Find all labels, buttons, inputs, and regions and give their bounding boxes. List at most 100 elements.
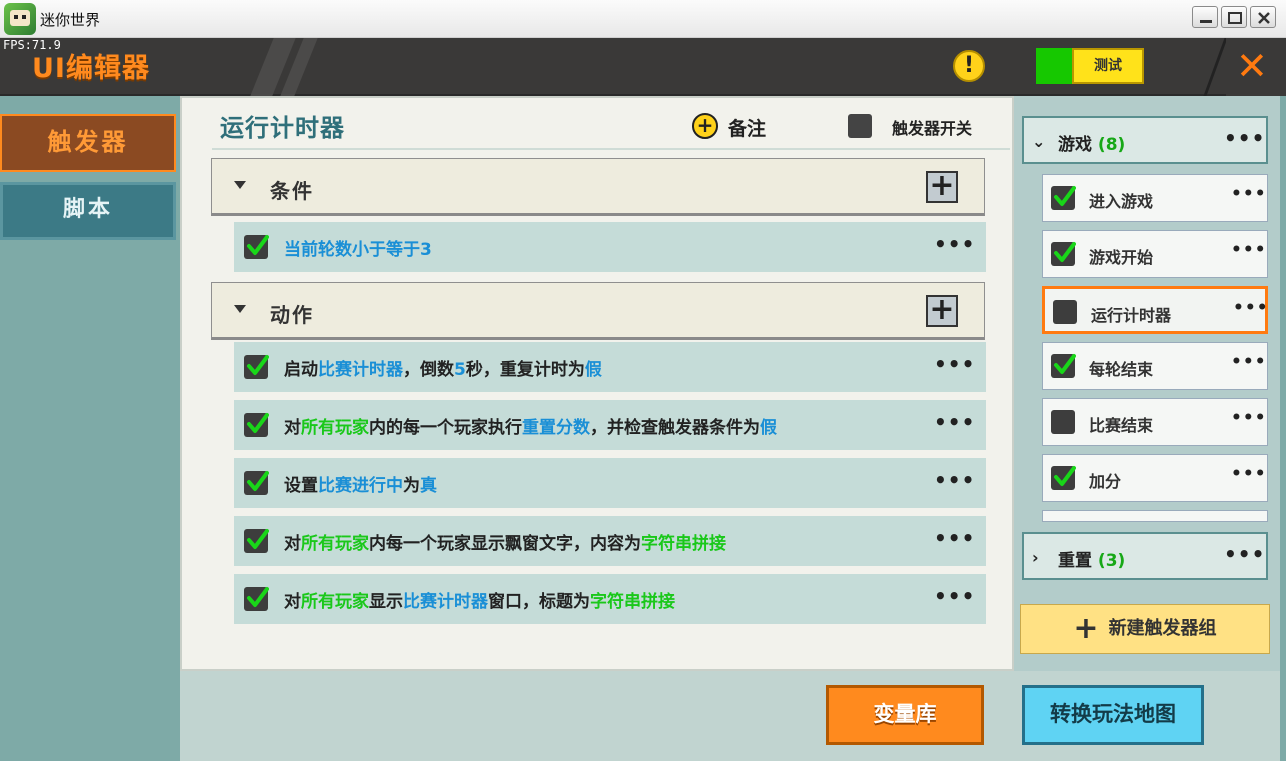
row-text: 对所有玩家内的每一个玩家执行重置分数，并检查触发器条件为假	[284, 413, 777, 438]
enable-checkbox[interactable]	[1051, 354, 1076, 378]
trigger-title[interactable]: 运行计时器	[220, 108, 345, 143]
row-text: 对所有玩家内每一个玩家显示飘窗文字，内容为字符串拼接	[284, 529, 726, 554]
variable-library-button[interactable]: 变量库	[826, 685, 984, 745]
text-segment: 启动	[284, 360, 318, 380]
enable-checkbox[interactable]	[244, 413, 269, 437]
enable-checkbox[interactable]	[244, 587, 269, 611]
more-options-icon[interactable]: •••	[934, 584, 975, 608]
more-options-icon[interactable]: •••	[934, 410, 975, 434]
action-row[interactable]: 启动比赛计时器，倒数5秒，重复计时为假 •••	[234, 342, 986, 392]
text-segment: 对	[284, 534, 301, 554]
more-options-icon[interactable]: •••	[934, 468, 975, 492]
trigger-list-item[interactable]	[1042, 510, 1268, 522]
trigger-name: 比赛结束	[1089, 416, 1154, 435]
action-row[interactable]: 对所有玩家内每一个玩家显示飘窗文字，内容为字符串拼接 •••	[234, 516, 986, 566]
parameter-link[interactable]: 字符串拼接	[641, 534, 726, 554]
parameter-link[interactable]: 所有玩家	[301, 418, 369, 438]
window-close-button[interactable]	[1250, 6, 1276, 28]
more-options-icon[interactable]: •••	[1231, 408, 1267, 428]
maximize-button[interactable]	[1221, 6, 1247, 28]
enable-checkbox[interactable]	[1051, 186, 1076, 210]
parameter-link[interactable]: 比赛计时器	[403, 592, 488, 612]
parameter-link[interactable]: 真	[420, 476, 437, 496]
new-trigger-group-button[interactable]: + 新建触发器组	[1020, 604, 1270, 654]
more-options-icon[interactable]: •••	[934, 232, 975, 256]
action-row[interactable]: 设置比赛进行中为真 •••	[234, 458, 986, 508]
parameter-link[interactable]: 假	[760, 418, 777, 438]
more-options-icon[interactable]: •••	[1231, 352, 1267, 372]
add-action-button[interactable]: +	[926, 295, 958, 327]
enable-checkbox[interactable]	[1051, 242, 1076, 266]
text-segment: 内每一个玩家显示飘窗文字，内容为	[369, 534, 641, 554]
more-options-icon[interactable]: •••	[1224, 542, 1265, 566]
trigger-list-item[interactable]: 游戏开始 •••	[1042, 230, 1268, 278]
more-options-icon[interactable]: •••	[1231, 184, 1267, 204]
enable-checkbox[interactable]	[244, 355, 269, 379]
condition-section-header[interactable]: 条件 +	[211, 158, 985, 216]
convert-map-button[interactable]: 转换玩法地图	[1022, 685, 1204, 745]
parameter-link[interactable]: 5	[454, 360, 466, 380]
collapse-arrow-icon[interactable]	[234, 305, 246, 313]
more-options-icon[interactable]: •••	[1231, 464, 1267, 484]
parameter-link[interactable]: 比赛进行中	[318, 476, 403, 496]
add-note-icon[interactable]: +	[692, 113, 718, 139]
more-options-icon[interactable]: •••	[1231, 240, 1267, 260]
parameter-link[interactable]: 假	[585, 360, 602, 380]
nav-tab-trigger-label: 触发器	[2, 116, 174, 170]
trigger-group-game[interactable]: ⌄ 游戏 (8) •••	[1022, 116, 1268, 164]
enable-checkbox[interactable]	[1051, 466, 1076, 490]
trigger-name: 进入游戏	[1089, 192, 1154, 211]
collapse-arrow-icon[interactable]	[234, 181, 246, 189]
test-button[interactable]: 测试	[1072, 48, 1144, 84]
nav-tab-trigger[interactable]: 触发器	[0, 114, 176, 172]
action-row[interactable]: 对所有玩家显示比赛计时器窗口，标题为字符串拼接 •••	[234, 574, 986, 624]
text-segment: ，倒数	[403, 360, 454, 380]
app-window: 迷你世界 FPS:71.9 UI编辑器 ! 测试 ✕ 触发器 脚本 运行计时器 …	[0, 0, 1286, 761]
row-text: 设置比赛进行中为真	[284, 471, 437, 496]
enable-checkbox[interactable]	[1053, 300, 1077, 324]
add-condition-button[interactable]: +	[926, 171, 958, 203]
more-options-icon[interactable]: •••	[1233, 298, 1269, 318]
text-segment: ，并检查触发器条件为	[590, 418, 760, 438]
action-row[interactable]: 对所有玩家内的每一个玩家执行重置分数，并检查触发器条件为假 •••	[234, 400, 986, 450]
add-note-label[interactable]: 备注	[728, 114, 766, 141]
header-divider	[1203, 38, 1228, 96]
status-indicator	[1036, 48, 1072, 84]
text-segment: 为	[403, 476, 420, 496]
trigger-list-item[interactable]: 比赛结束 •••	[1042, 398, 1268, 446]
parameter-link[interactable]: 字符串拼接	[590, 592, 675, 612]
trigger-list-item[interactable]: 进入游戏 •••	[1042, 174, 1268, 222]
window-titlebar[interactable]: 迷你世界	[0, 0, 1286, 38]
text-segment: 设置	[284, 476, 318, 496]
warning-icon[interactable]: !	[953, 50, 985, 82]
parameter-link[interactable]: 所有玩家	[301, 534, 369, 554]
more-options-icon[interactable]: •••	[1224, 126, 1265, 150]
action-section-header[interactable]: 动作 +	[211, 282, 985, 340]
parameter-link[interactable]: 当前轮数小于等于3	[284, 240, 432, 260]
checkmark-icon	[247, 471, 269, 491]
more-options-icon[interactable]: •••	[934, 526, 975, 550]
editor-close-button[interactable]: ✕	[1226, 38, 1286, 96]
parameter-link[interactable]: 比赛计时器	[318, 360, 403, 380]
enable-checkbox[interactable]	[244, 529, 269, 553]
trigger-switch-checkbox[interactable]	[848, 114, 872, 138]
enable-checkbox[interactable]	[1051, 410, 1075, 434]
enable-checkbox[interactable]	[244, 235, 269, 259]
nav-tab-script[interactable]: 脚本	[0, 182, 176, 240]
minimize-button[interactable]	[1192, 6, 1218, 28]
more-options-icon[interactable]: •••	[934, 352, 975, 376]
trigger-list-item[interactable]: 每轮结束 •••	[1042, 342, 1268, 390]
text-segment: 显示	[369, 592, 403, 612]
condition-row[interactable]: 当前轮数小于等于3 •••	[234, 222, 986, 272]
trigger-group-reset[interactable]: › 重置 (3) •••	[1022, 532, 1268, 580]
close-icon: ✕	[1236, 44, 1268, 88]
trigger-list-item[interactable]: 运行计时器 •••	[1042, 286, 1268, 334]
checkmark-icon	[247, 355, 269, 375]
trigger-detail-panel: 运行计时器 + 备注 触发器开关 条件 + 当前轮数小于等于3 ••• 动作 + …	[180, 96, 1014, 671]
checkmark-icon	[247, 235, 269, 255]
parameter-link[interactable]: 所有玩家	[301, 592, 369, 612]
trigger-list-item[interactable]: 加分 •••	[1042, 454, 1268, 502]
parameter-link[interactable]: 重置分数	[522, 418, 590, 438]
maximize-icon	[1228, 12, 1242, 24]
enable-checkbox[interactable]	[244, 471, 269, 495]
